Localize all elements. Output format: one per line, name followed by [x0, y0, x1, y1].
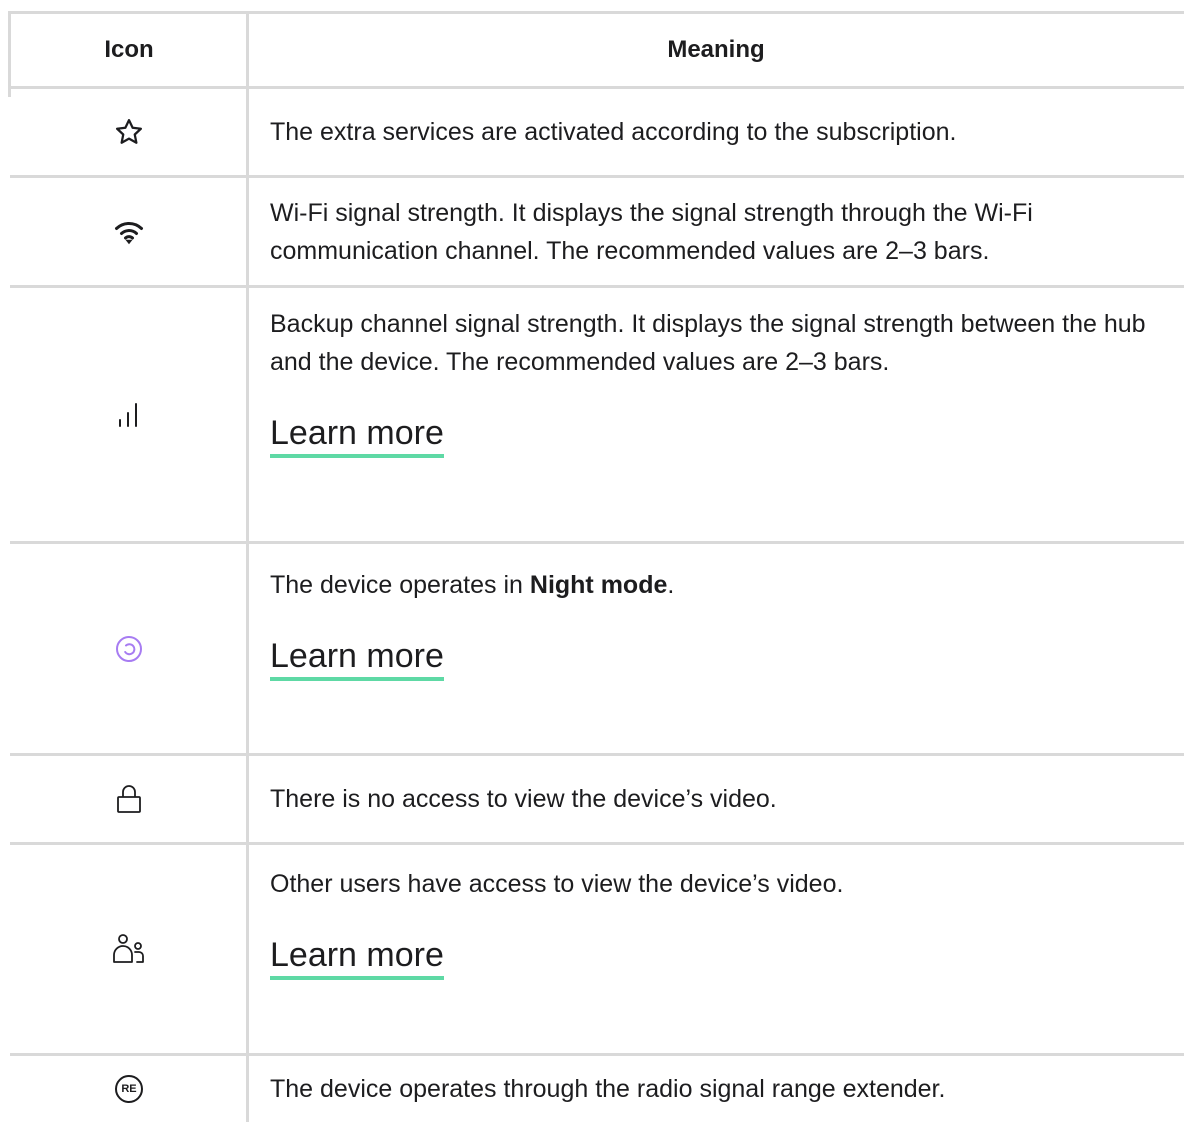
row-meaning-text: Backup channel signal strength. It displ…: [270, 310, 1146, 376]
row-meaning-text: The extra services are activated accordi…: [270, 118, 957, 146]
row-meaning-text: The device operates in Night mode.: [270, 566, 1184, 604]
row-meaning-cell: The device operates in Night mode. Learn…: [248, 544, 1184, 753]
learn-more-link[interactable]: Learn more: [270, 935, 444, 980]
re-icon-text: RE: [121, 1083, 137, 1095]
header-icon-cell: Icon: [10, 14, 248, 86]
header-meaning-cell: Meaning: [248, 14, 1184, 86]
row-meaning-cell: The extra services are activated accordi…: [248, 89, 1184, 175]
row-meaning-cell: Backup channel signal strength. It displ…: [248, 288, 1184, 541]
row-meaning-cell: There is no access to view the device’s …: [248, 756, 1184, 842]
row-icon-cell: [10, 89, 248, 175]
night-mode-text-after: .: [667, 571, 675, 599]
header-meaning-label: Meaning: [667, 36, 765, 63]
users-icon: [112, 933, 146, 965]
row-meaning-cell: Other users have access to view the devi…: [248, 845, 1184, 1053]
lock-icon: [116, 784, 142, 814]
row-icon-cell: RE: [10, 1056, 248, 1122]
row-meaning-text: The device operates through the radio si…: [270, 1075, 946, 1103]
signal-bars-icon: [114, 400, 144, 430]
night-mode-text-bold: Night mode: [529, 571, 668, 599]
row-meaning-text: Wi-Fi signal strength. It displays the s…: [270, 198, 1033, 265]
star-icon: [114, 117, 144, 147]
night-mode-icon: [115, 635, 143, 663]
row-meaning-cell: Wi-Fi signal strength. It displays the s…: [248, 178, 1184, 285]
header-icon-label: Icon: [104, 36, 154, 63]
row-meaning-text: There is no access to view the device’s …: [270, 785, 777, 813]
row-icon-cell: [10, 288, 248, 541]
re-icon: RE: [115, 1075, 143, 1103]
night-mode-text-before: The device operates in: [270, 571, 530, 599]
wifi-icon: [114, 219, 144, 245]
row-icon-cell: [10, 544, 248, 753]
row-icon-cell: [10, 756, 248, 842]
row-icon-cell: [10, 845, 248, 1053]
learn-more-link[interactable]: Learn more: [270, 636, 444, 681]
learn-more-link[interactable]: Learn more: [270, 413, 444, 458]
row-meaning-text: Other users have access to view the devi…: [270, 870, 844, 898]
row-icon-cell: [10, 178, 248, 285]
row-meaning-cell: The device operates through the radio si…: [248, 1056, 1184, 1122]
